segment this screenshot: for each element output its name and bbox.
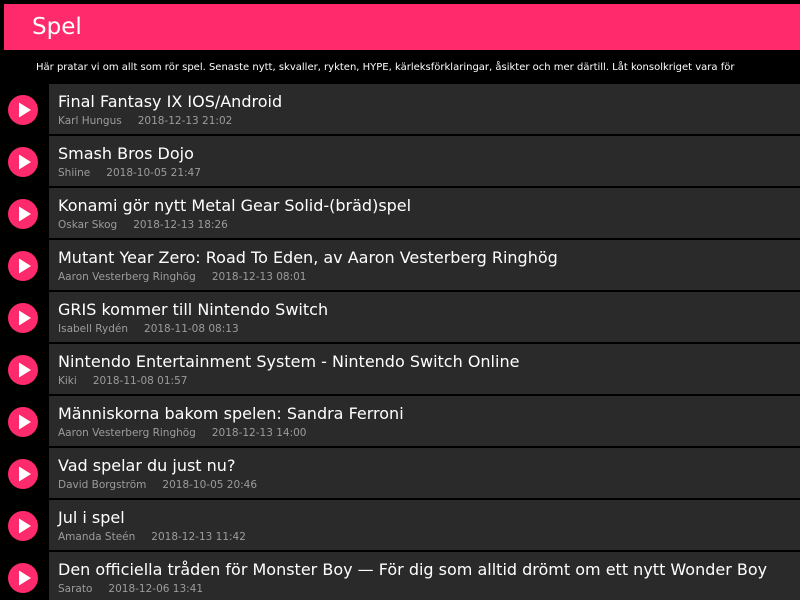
thread-row[interactable]: Smash Bros Dojo Shiine 2018-10-05 21:47 [0, 136, 800, 188]
thread-card[interactable]: GRIS kommer till Nintendo Switch Isabell … [49, 292, 800, 342]
thread-row[interactable]: Den officiella tråden för Monster Boy — … [0, 552, 800, 600]
thread-date: 2018-10-05 21:47 [106, 167, 201, 179]
thread-author[interactable]: Aaron Vesterberg Ringhög [58, 271, 196, 283]
thread-row[interactable]: Konami gör nytt Metal Gear Solid-(bräd)s… [0, 188, 800, 240]
thread-author[interactable]: Isabell Rydén [58, 323, 128, 335]
thread-meta: David Borgström 2018-10-05 20:46 [58, 479, 257, 492]
play-icon[interactable] [8, 251, 38, 281]
thread-card[interactable]: Människorna bakom spelen: Sandra Ferroni… [49, 396, 800, 446]
page: Spel Här pratar vi om allt som rör spel.… [0, 0, 800, 600]
thread-date: 2018-11-08 01:57 [92, 375, 188, 387]
thread-card[interactable]: Nintendo Entertainment System - Nintendo… [49, 344, 800, 394]
thread-meta: Kiki 2018-11-08 01:57 [58, 375, 187, 388]
thread-meta: Aaron Vesterberg Ringhög 2018-12-13 14:00 [58, 427, 306, 440]
thread-title[interactable]: Jul i spel [58, 507, 125, 529]
thread-title[interactable]: Nintendo Entertainment System - Nintendo… [58, 351, 519, 373]
thread-title[interactable]: Konami gör nytt Metal Gear Solid-(bräd)s… [58, 195, 411, 217]
thread-meta: Shiine 2018-10-05 21:47 [58, 167, 201, 180]
thread-meta: Aaron Vesterberg Ringhög 2018-12-13 08:01 [58, 271, 306, 284]
thread-date: 2018-12-13 11:42 [151, 531, 246, 543]
thread-author[interactable]: Shiine [58, 167, 90, 179]
header-bar: Spel [4, 4, 800, 50]
play-icon[interactable] [8, 563, 38, 593]
thread-date: 2018-12-13 18:26 [133, 219, 228, 231]
thread-row[interactable]: Final Fantasy IX IOS/Android Karl Hungus 2… [0, 84, 800, 136]
thread-card[interactable]: Vad spelar du just nu? David Borgström 201… [49, 448, 800, 498]
thread-row[interactable]: Människorna bakom spelen: Sandra Ferroni… [0, 396, 800, 448]
thread-meta: Karl Hungus 2018-12-13 21:02 [58, 115, 232, 128]
thread-author[interactable]: Amanda Steén [58, 531, 135, 543]
thread-author[interactable]: Kiki [58, 375, 77, 387]
play-icon[interactable] [8, 303, 38, 333]
thread-title[interactable]: Smash Bros Dojo [58, 143, 194, 165]
thread-title[interactable]: Mutant Year Zero: Road To Eden, av Aaron… [58, 247, 558, 269]
play-icon[interactable] [8, 199, 38, 229]
play-icon[interactable] [8, 147, 38, 177]
thread-author[interactable]: Aaron Vesterberg Ringhög [58, 427, 196, 439]
thread-date: 2018-12-06 13:41 [108, 583, 204, 595]
thread-title[interactable]: Människorna bakom spelen: Sandra Ferroni [58, 403, 404, 425]
thread-meta: Isabell Rydén 2018-11-08 08:13 [58, 323, 239, 336]
thread-date: 2018-10-05 20:46 [162, 479, 258, 491]
page-title: Spel [32, 14, 82, 40]
thread-author[interactable]: Oskar Skog [58, 219, 117, 231]
thread-meta: Sarato 2018-12-06 13:41 [58, 583, 203, 596]
thread-title[interactable]: GRIS kommer till Nintendo Switch [58, 299, 328, 321]
thread-card[interactable]: Jul i spel Amanda Steén 2018-12-13 11:42 [49, 500, 800, 550]
thread-date: 2018-11-08 08:13 [144, 323, 239, 335]
play-icon[interactable] [8, 511, 38, 541]
thread-card[interactable]: Den officiella tråden för Monster Boy — … [49, 552, 800, 600]
thread-row[interactable]: Jul i spel Amanda Steén 2018-12-13 11:42 [0, 500, 800, 552]
play-icon[interactable] [8, 355, 38, 385]
thread-row[interactable]: Nintendo Entertainment System - Nintendo… [0, 344, 800, 396]
thread-date: 2018-12-13 14:00 [211, 427, 307, 439]
category-description: Här pratar vi om allt som rör spel. Sena… [36, 62, 735, 73]
thread-title[interactable]: Den officiella tråden för Monster Boy — … [58, 559, 767, 581]
thread-date: 2018-12-13 21:02 [137, 115, 233, 127]
thread-row[interactable]: Mutant Year Zero: Road To Eden, av Aaron… [0, 240, 800, 292]
play-icon[interactable] [8, 407, 38, 437]
thread-author[interactable]: Karl Hungus [58, 115, 122, 127]
thread-meta: Amanda Steén 2018-12-13 11:42 [58, 531, 246, 544]
thread-card[interactable]: Konami gör nytt Metal Gear Solid-(bräd)s… [49, 188, 800, 238]
thread-list: Final Fantasy IX IOS/Android Karl Hungus 2… [0, 84, 800, 600]
thread-row[interactable]: Vad spelar du just nu? David Borgström 201… [0, 448, 800, 500]
thread-author[interactable]: David Borgström [58, 479, 146, 491]
thread-date: 2018-12-13 08:01 [211, 271, 307, 283]
thread-card[interactable]: Smash Bros Dojo Shiine 2018-10-05 21:47 [49, 136, 800, 186]
thread-card[interactable]: Final Fantasy IX IOS/Android Karl Hungus 2… [49, 84, 800, 134]
play-icon[interactable] [8, 95, 38, 125]
play-icon[interactable] [8, 459, 38, 489]
thread-meta: Oskar Skog 2018-12-13 18:26 [58, 219, 228, 232]
thread-card[interactable]: Mutant Year Zero: Road To Eden, av Aaron… [49, 240, 800, 290]
thread-author[interactable]: Sarato [58, 583, 92, 595]
thread-title[interactable]: Vad spelar du just nu? [58, 455, 235, 477]
thread-row[interactable]: GRIS kommer till Nintendo Switch Isabell … [0, 292, 800, 344]
thread-title[interactable]: Final Fantasy IX IOS/Android [58, 91, 282, 113]
